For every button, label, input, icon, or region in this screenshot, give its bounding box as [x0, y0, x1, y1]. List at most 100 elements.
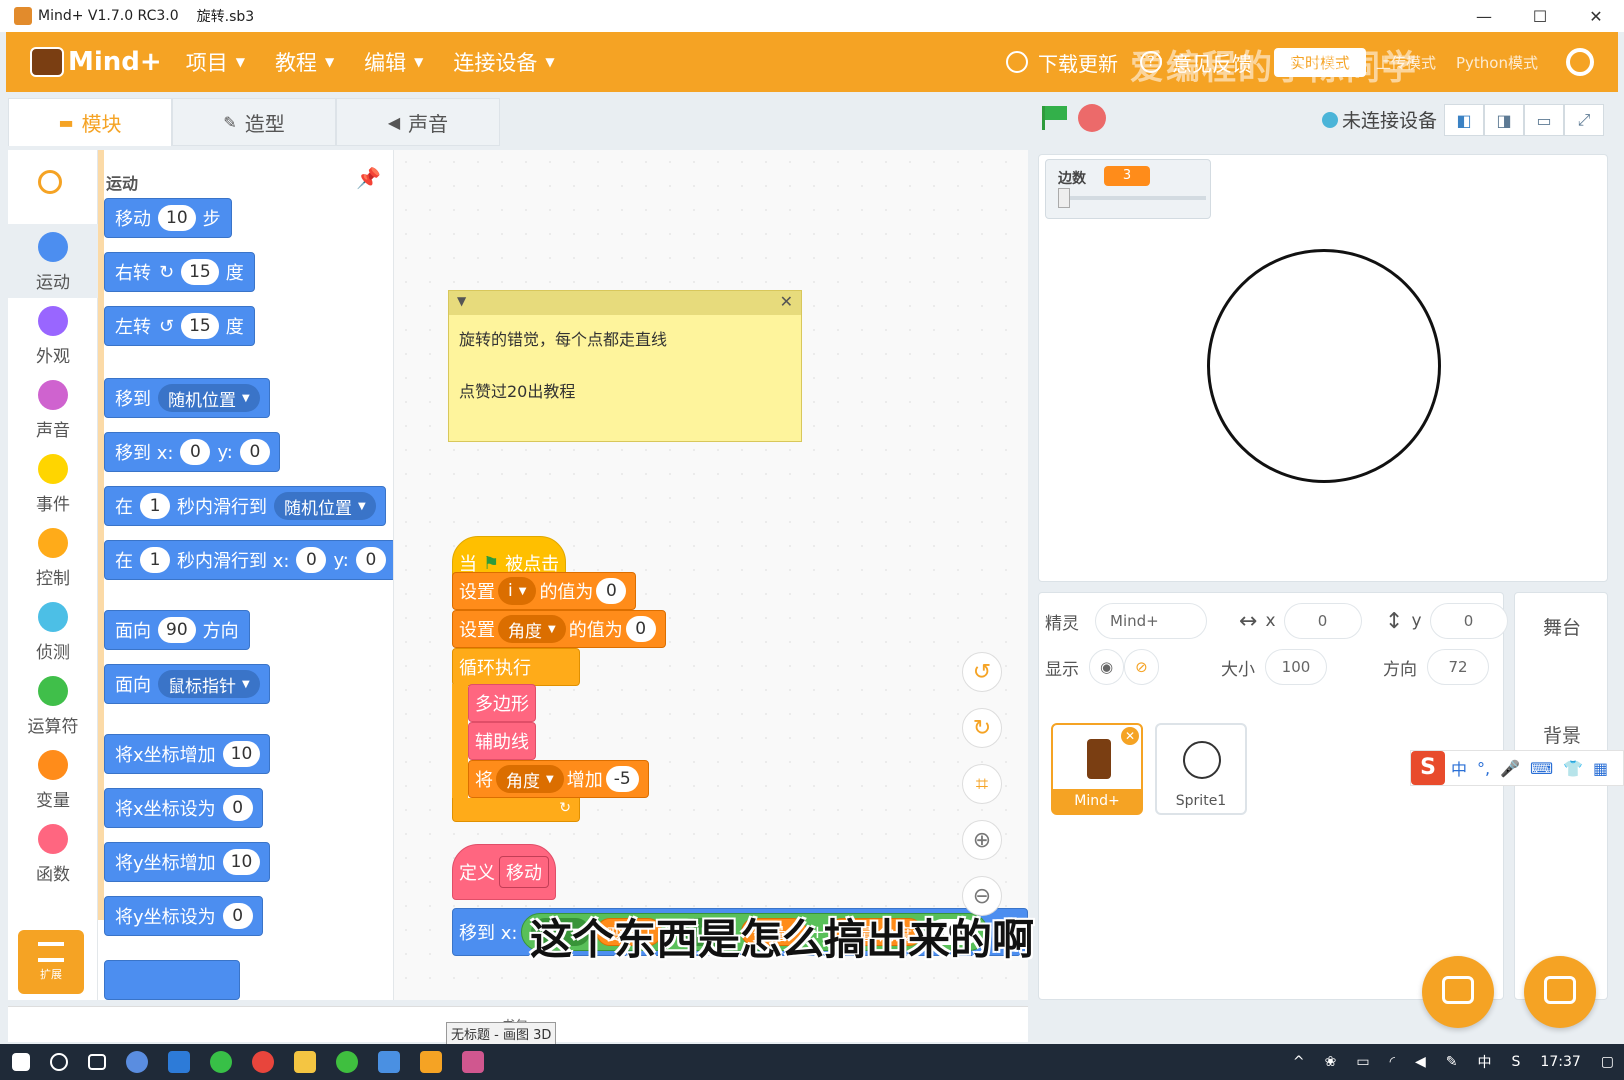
tab-blocks[interactable]: ▬ 模块 — [8, 98, 172, 146]
block-set-x[interactable]: 将x坐标设为 0 — [104, 788, 263, 828]
block-dropdown[interactable]: 随机位置 ▼ — [158, 384, 260, 412]
chrome-icon[interactable] — [252, 1051, 274, 1073]
category-looks[interactable]: 外观 — [8, 298, 98, 372]
folder-icon[interactable] — [294, 1051, 316, 1073]
stop-icon[interactable] — [1078, 104, 1106, 132]
download-update-button[interactable]: 下载更新 — [1005, 48, 1118, 77]
block-partial[interactable] — [104, 960, 240, 1000]
script-workspace[interactable]: ▼ ✕ 旋转的错觉，每个点都走直线 点赞过20出教程 当 ⚑ 被点击 设置 i ▼… — [394, 150, 1028, 1000]
category-events[interactable]: 事件 — [8, 446, 98, 520]
block-turn-right[interactable]: 右转 ↻ 15 度 — [104, 252, 255, 292]
monitor-slider-handle[interactable] — [1058, 188, 1070, 208]
undo-icon[interactable]: ↺ — [962, 652, 1002, 692]
ime-skin-icon[interactable]: 👕 — [1563, 759, 1583, 778]
maximize-button[interactable]: ☐ — [1512, 0, 1568, 32]
block-input[interactable]: 1 — [140, 547, 170, 573]
direction-field[interactable]: 72 — [1427, 649, 1489, 685]
block-input[interactable]: 0 — [222, 903, 253, 929]
tray-app-icon[interactable]: ❀ — [1325, 1054, 1337, 1070]
block-change-y[interactable]: 将y坐标增加 10 — [104, 842, 271, 882]
note-line-2[interactable]: 点赞过20出教程 — [459, 379, 791, 405]
ime-mic-icon[interactable]: 🎤 — [1500, 759, 1520, 778]
block-change-x[interactable]: 将x坐标增加 10 — [104, 734, 271, 774]
block-goto[interactable]: 移到 随机位置 ▼ — [104, 378, 270, 418]
block-input[interactable]: 1 — [140, 493, 170, 519]
variable-monitor[interactable]: 边数 3 — [1045, 159, 1211, 219]
variable-dropdown[interactable]: 角度 ▼ — [498, 615, 566, 643]
python-mode-button[interactable]: Python模式 — [1446, 48, 1548, 77]
variable-dropdown[interactable]: i ▼ — [498, 577, 537, 605]
sprite-thumb-sprite1[interactable]: Sprite1 — [1155, 723, 1247, 815]
crop-icon[interactable]: ⌗ — [962, 764, 1002, 804]
search-icon[interactable] — [38, 170, 62, 194]
monitor-slider-track[interactable] — [1058, 196, 1206, 200]
block-input[interactable]: 90 — [158, 617, 196, 643]
fullscreen-icon[interactable]: ⤢ — [1564, 104, 1604, 136]
menu-project[interactable]: 项目 ▼ — [186, 47, 245, 77]
set-i-block[interactable]: 设置 i ▼ 的值为 0 — [452, 572, 637, 610]
block-input[interactable]: -5 — [605, 766, 639, 792]
extension-button[interactable]: 扩展 — [18, 930, 84, 994]
green-app-icon[interactable] — [336, 1051, 358, 1073]
layout-normal-stage-icon[interactable]: ◨ — [1484, 104, 1524, 136]
sprite-name-field[interactable]: Mind+ — [1095, 603, 1207, 639]
mindplus-taskbar-icon[interactable] — [420, 1051, 442, 1073]
notification-icon[interactable]: ▢ — [1601, 1054, 1614, 1070]
gear-icon[interactable] — [1566, 48, 1594, 76]
add-sprite-button[interactable] — [1422, 956, 1494, 1028]
block-input[interactable]: 0 — [355, 547, 386, 573]
close-icon[interactable]: ✕ — [780, 292, 793, 311]
minimize-button[interactable]: — — [1456, 0, 1512, 32]
stage-selector-pane[interactable]: 舞台 背景 — [1514, 592, 1608, 1000]
block-point-direction[interactable]: 面向 90 方向 — [104, 610, 250, 650]
tab-costumes[interactable]: ✎ 造型 — [172, 98, 336, 146]
wechat-icon[interactable] — [210, 1051, 232, 1073]
block-turn-left[interactable]: 左转 ↺ 15 度 — [104, 306, 255, 346]
category-sound[interactable]: 声音 — [8, 372, 98, 446]
battery-icon[interactable]: ▭ — [1356, 1054, 1369, 1070]
block-glide-xy[interactable]: 在 1 秒内滑行到 x: 0 y: 0 — [104, 540, 393, 580]
block-goto-xy[interactable]: 移到 x: 0 y: 0 — [104, 432, 280, 472]
sogou-tray-icon[interactable]: S — [1512, 1054, 1521, 1070]
volume-icon[interactable]: ◀ — [1415, 1054, 1426, 1070]
collapse-icon[interactable]: ▼ — [457, 294, 466, 308]
block-point-towards[interactable]: 面向 鼠标指针 ▼ — [104, 664, 270, 704]
block-input[interactable]: 0 — [625, 616, 656, 642]
comment-note[interactable]: ▼ ✕ 旋转的错觉，每个点都走直线 点赞过20出教程 — [448, 290, 802, 442]
call-guideline-block[interactable]: 辅助线 — [468, 722, 536, 760]
redo-icon[interactable]: ↻ — [962, 708, 1002, 748]
x-field[interactable]: 0 — [1283, 603, 1362, 639]
blue-app-icon[interactable] — [378, 1051, 400, 1073]
block-set-y[interactable]: 将y坐标设为 0 — [104, 896, 263, 936]
add-backdrop-button[interactable] — [1524, 956, 1596, 1028]
task-view-icon[interactable] — [88, 1054, 106, 1070]
category-sensing[interactable]: 侦测 — [8, 594, 98, 668]
zoom-in-icon[interactable]: ⊕ — [962, 820, 1002, 860]
block-input[interactable]: 0 — [180, 439, 211, 465]
close-button[interactable]: ✕ — [1568, 0, 1624, 32]
ime-indicator[interactable]: 中 — [1478, 1052, 1492, 1072]
y-field[interactable]: 0 — [1429, 603, 1508, 639]
call-polygon-block[interactable]: 多边形 — [468, 684, 536, 722]
stage[interactable]: 边数 3 — [1038, 154, 1608, 582]
block-input[interactable]: 0 — [222, 795, 253, 821]
forever-block[interactable]: 循环执行 — [452, 648, 580, 686]
category-variables[interactable]: 变量 — [8, 742, 98, 816]
paint3d-icon[interactable] — [462, 1051, 484, 1073]
ime-punct-icon[interactable]: °, — [1477, 759, 1490, 778]
tray-chevron-icon[interactable]: ^ — [1293, 1054, 1305, 1070]
show-visible-button[interactable]: ◉ — [1089, 649, 1125, 685]
layout-small-stage-icon[interactable]: ◧ — [1444, 104, 1484, 136]
start-icon[interactable] — [12, 1053, 30, 1071]
pen-icon[interactable]: ✎ — [1446, 1054, 1458, 1070]
delete-icon[interactable]: ✕ — [1121, 727, 1139, 745]
define-name-prototype[interactable]: 移动 — [499, 856, 549, 888]
define-move-block[interactable]: 定义 移动 — [452, 844, 556, 900]
clock-time[interactable]: 17:37 — [1540, 1054, 1580, 1070]
layout-large-stage-icon[interactable]: ▭ — [1524, 104, 1564, 136]
category-functions[interactable]: 函数 — [8, 816, 98, 890]
block-move-steps[interactable]: 移动 10 步 — [104, 198, 232, 238]
browser-app-icon[interactable] — [126, 1051, 148, 1073]
ime-grid-icon[interactable]: ▦ — [1593, 759, 1608, 778]
block-dropdown[interactable]: 随机位置 ▼ — [274, 492, 376, 520]
